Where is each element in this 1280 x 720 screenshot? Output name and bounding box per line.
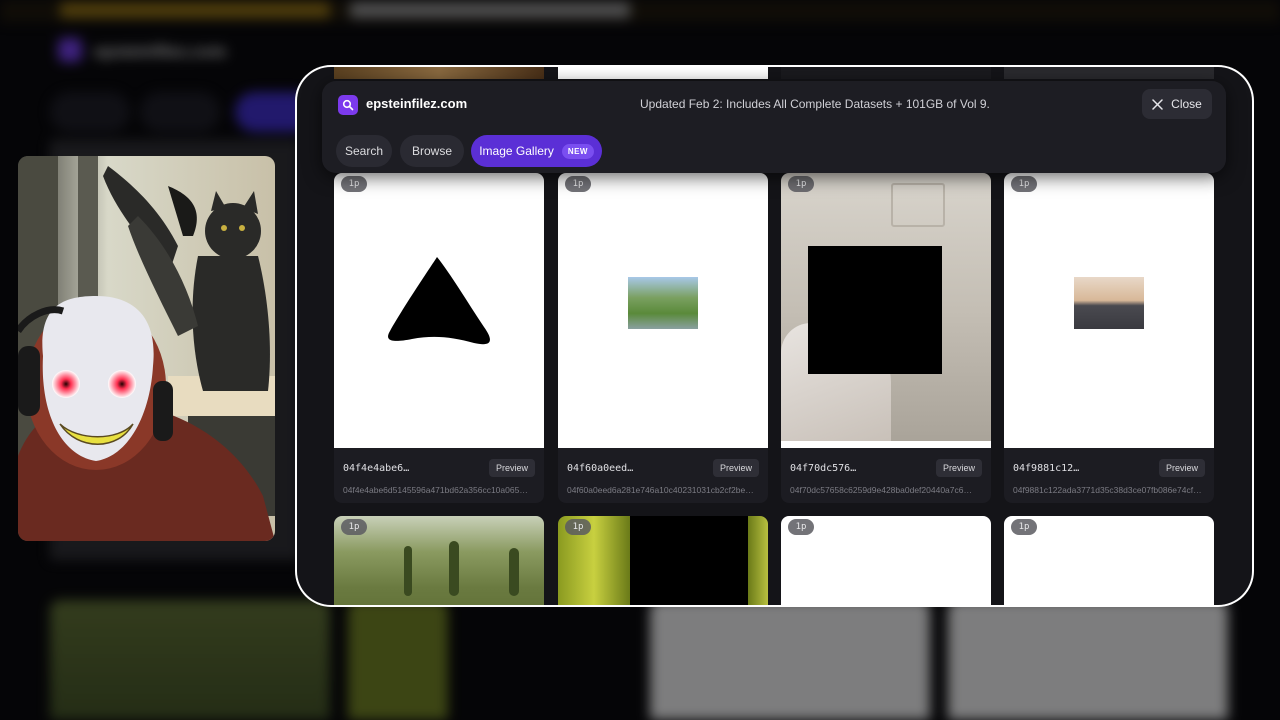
prev-row-thumbnail — [334, 67, 544, 79]
card-thumbnail[interactable] — [1004, 173, 1214, 448]
image-gallery-modal: epsteinfilez.com Updated Feb 2: Includes… — [297, 67, 1252, 605]
announcement-text: Updated Feb 2: Includes All Complete Dat… — [640, 97, 990, 111]
prev-row-thumbnail — [1004, 67, 1214, 79]
landscape-photo — [628, 277, 698, 329]
bg-tab — [50, 92, 130, 132]
prev-row-thumbnail — [558, 67, 768, 79]
card-thumbnail[interactable] — [781, 173, 991, 448]
webcam-overlay — [18, 156, 275, 541]
bg-tab — [140, 92, 220, 132]
page-count-badge: 1p — [341, 519, 367, 535]
gallery-card[interactable]: 1p 04f60a0eed… Preview 04f60a0eed6a281e7… — [558, 173, 768, 503]
card-id: 04f60a0eed… — [567, 463, 634, 474]
tab-label: Image Gallery — [479, 144, 554, 158]
close-label: Close — [1171, 97, 1202, 111]
triangle-shape-icon — [388, 257, 490, 345]
bg-header: epsteinfilez.com — [50, 36, 1230, 66]
tab-label: Search — [344, 144, 384, 158]
bg-card — [948, 600, 1228, 720]
prev-row-thumbnail — [781, 67, 991, 79]
card-id: 04f70dc576… — [790, 463, 857, 474]
page-count-badge: 1p — [1011, 519, 1037, 535]
gallery-card[interactable]: 1p 04f70dc576… Preview 04f70dc57658c6259… — [781, 173, 991, 503]
bg-tab-strip — [60, 2, 330, 18]
card-hash: 04f9881c122ada3771d35c38d3ce07fb086e74cf… — [1013, 485, 1202, 495]
photo-border — [781, 441, 991, 448]
card-hash: 04f60a0eed6a281e746a10c40231031cb2cf2be… — [567, 485, 754, 495]
new-badge: NEW — [561, 143, 594, 159]
redaction-block — [808, 246, 942, 374]
site-name[interactable]: epsteinfilez.com — [366, 96, 467, 111]
card-hash: 04f70dc57658c6259d9e428ba0def20440a7c6… — [790, 485, 972, 495]
gallery-card[interactable]: 1p — [558, 516, 768, 605]
page-count-badge: 1p — [1011, 176, 1037, 192]
bg-card — [650, 600, 930, 720]
search-icon — [342, 99, 354, 111]
gallery-card[interactable]: 1p 04f9881c12… Preview 04f9881c122ada377… — [1004, 173, 1214, 503]
card-thumbnail[interactable] — [334, 173, 544, 448]
landscape-photo — [1074, 277, 1144, 329]
page-count-badge: 1p — [565, 176, 591, 192]
bg-logo-icon — [58, 38, 82, 62]
card-hash: 04f4e4abe6d5145596a471bd62a356cc10a065… — [343, 485, 528, 495]
page-count-badge: 1p — [565, 519, 591, 535]
card-id: 04f4e4abe6… — [343, 463, 410, 474]
tab-image-gallery[interactable]: Image Gallery NEW — [471, 135, 602, 167]
tree-shape — [449, 541, 459, 596]
gallery-card[interactable]: 1p — [1004, 516, 1214, 605]
close-button[interactable]: Close — [1142, 89, 1212, 119]
card-id: 04f9881c12… — [1013, 463, 1080, 474]
preview-button[interactable]: Preview — [1159, 459, 1205, 477]
webcam-feed — [18, 156, 275, 541]
tab-search[interactable]: Search — [336, 135, 392, 167]
close-icon — [1152, 98, 1163, 110]
preview-button[interactable]: Preview — [713, 459, 759, 477]
tab-browse[interactable]: Browse — [400, 135, 464, 167]
tree-shape — [509, 548, 519, 596]
site-logo — [338, 95, 358, 115]
bg-card — [348, 600, 448, 720]
page-count-badge: 1p — [788, 519, 814, 535]
bg-site-name: epsteinfilez.com — [94, 42, 227, 61]
preview-button[interactable]: Preview — [936, 459, 982, 477]
modal-header: epsteinfilez.com Updated Feb 2: Includes… — [322, 81, 1226, 173]
gallery-card[interactable]: 1p 04f4e4abe6… Preview 04f4e4abe6d514559… — [334, 173, 544, 503]
preview-button[interactable]: Preview — [489, 459, 535, 477]
bg-browser-bar — [0, 0, 1280, 22]
bg-card — [50, 600, 330, 720]
plant-photo — [748, 516, 768, 605]
gallery-card[interactable]: 1p — [781, 516, 991, 605]
page-count-badge: 1p — [341, 176, 367, 192]
bg-address-bar — [350, 2, 630, 18]
bed-frame — [891, 183, 945, 227]
tree-shape — [404, 546, 412, 596]
page-count-badge: 1p — [788, 176, 814, 192]
gallery-card[interactable]: 1p — [334, 516, 544, 605]
card-thumbnail[interactable] — [558, 173, 768, 448]
tab-label: Browse — [411, 144, 452, 158]
